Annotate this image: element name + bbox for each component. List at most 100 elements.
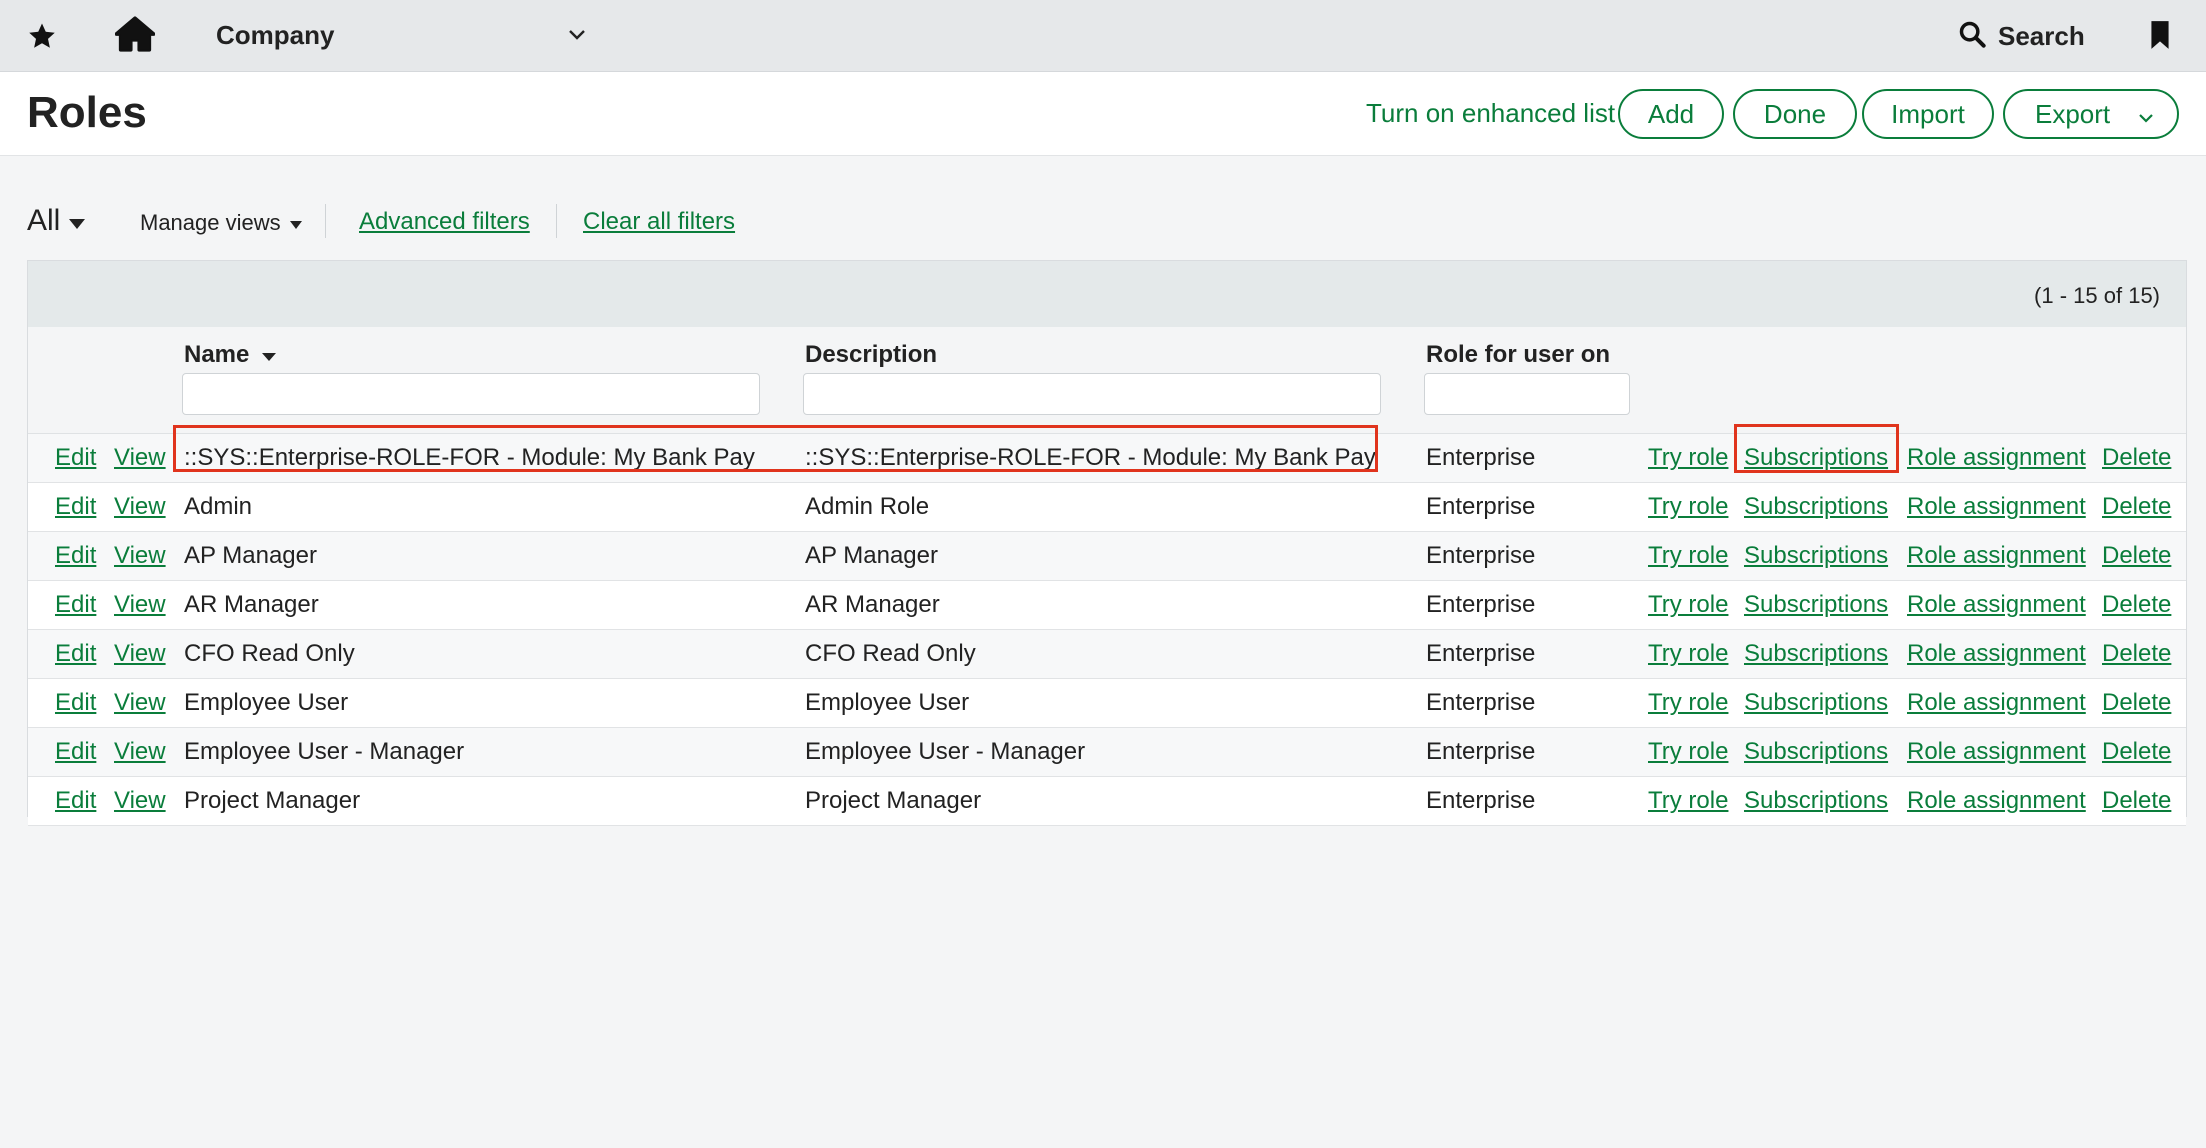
try-role-link[interactable]: Try role bbox=[1648, 738, 1728, 766]
manage-views-label: Manage views bbox=[140, 210, 281, 235]
edit-link[interactable]: Edit bbox=[55, 444, 96, 472]
edit-link[interactable]: Edit bbox=[55, 542, 96, 570]
manage-views-dropdown[interactable]: Manage views bbox=[140, 210, 303, 236]
view-link[interactable]: View bbox=[114, 640, 166, 668]
description-filter-input[interactable] bbox=[803, 373, 1381, 415]
table-row: Edit View AP Manager AP Manager Enterprise Tr… bbox=[28, 532, 2186, 581]
subscriptions-link[interactable]: Subscriptions bbox=[1744, 493, 1888, 521]
role-assignment-link[interactable]: Role assignment bbox=[1907, 444, 2086, 472]
role-for-user-on: Enterprise bbox=[1426, 689, 1536, 716]
delete-link[interactable]: Delete bbox=[2102, 444, 2171, 472]
subscriptions-link[interactable]: Subscriptions bbox=[1744, 542, 1888, 570]
edit-link[interactable]: Edit bbox=[55, 787, 96, 815]
role-name: Admin bbox=[184, 493, 253, 520]
view-link[interactable]: View bbox=[114, 493, 166, 521]
view-link[interactable]: View bbox=[114, 444, 166, 472]
table-row: Edit View Admin Admin Role Enterprise Try rol… bbox=[28, 483, 2186, 532]
export-button[interactable]: Export bbox=[2003, 89, 2179, 139]
subscriptions-link[interactable]: Subscriptions bbox=[1744, 738, 1888, 766]
role-name: Project Manager bbox=[184, 787, 361, 814]
chevron-down-icon[interactable] bbox=[566, 24, 588, 46]
delete-link[interactable]: Delete bbox=[2102, 591, 2171, 619]
table-toolbar: (1 - 15 of 15) bbox=[28, 261, 2186, 327]
page-title: Roles bbox=[27, 88, 147, 137]
star-icon[interactable] bbox=[22, 18, 62, 54]
role-description: Project Manager bbox=[805, 787, 982, 814]
column-header-description-label: Description bbox=[805, 341, 938, 368]
company-selector[interactable]: Company bbox=[216, 20, 334, 51]
try-role-link[interactable]: Try role bbox=[1648, 493, 1728, 521]
role-for-user-on: Enterprise bbox=[1426, 591, 1536, 618]
roles-table: (1 - 15 of 15) Name Description Role for… bbox=[27, 260, 2187, 826]
view-link[interactable]: View bbox=[114, 689, 166, 717]
role-description: AP Manager bbox=[805, 542, 938, 569]
role-description: Admin Role bbox=[805, 493, 930, 520]
view-selector[interactable]: All bbox=[27, 204, 86, 238]
edit-link[interactable]: Edit bbox=[55, 738, 96, 766]
try-role-link[interactable]: Try role bbox=[1648, 787, 1728, 815]
subscriptions-link[interactable]: Subscriptions bbox=[1744, 591, 1888, 619]
role-assignment-link[interactable]: Role assignment bbox=[1907, 591, 2086, 619]
role-assignment-link[interactable]: Role assignment bbox=[1907, 640, 2086, 668]
table-row: Edit View AR Manager AR Manager Enterprise Tr… bbox=[28, 581, 2186, 630]
view-label: All bbox=[27, 204, 61, 237]
column-header-role-label: Role for user on bbox=[1426, 341, 1611, 368]
import-button[interactable]: Import bbox=[1862, 89, 1994, 139]
delete-link[interactable]: Delete bbox=[2102, 787, 2171, 815]
role-name: Employee User - Manager bbox=[184, 738, 465, 765]
edit-link[interactable]: Edit bbox=[55, 640, 96, 668]
delete-link[interactable]: Delete bbox=[2102, 689, 2171, 717]
edit-link[interactable]: Edit bbox=[55, 591, 96, 619]
enhanced-list-toggle[interactable]: Turn on enhanced list bbox=[1366, 98, 1615, 129]
role-name: CFO Read Only bbox=[184, 640, 355, 667]
view-link[interactable]: View bbox=[114, 542, 166, 570]
subscriptions-link[interactable]: Subscriptions bbox=[1744, 787, 1888, 815]
chevron-down-icon bbox=[2138, 99, 2154, 130]
role-for-user-on: Enterprise bbox=[1426, 640, 1536, 667]
table-row: Edit View CFO Read Only CFO Read Only Enterp… bbox=[28, 630, 2186, 679]
edit-link[interactable]: Edit bbox=[55, 493, 96, 521]
try-role-link[interactable]: Try role bbox=[1648, 542, 1728, 570]
delete-link[interactable]: Delete bbox=[2102, 640, 2171, 668]
role-assignment-link[interactable]: Role assignment bbox=[1907, 542, 2086, 570]
advanced-filters-link[interactable]: Advanced filters bbox=[359, 208, 530, 236]
role-assignment-link[interactable]: Role assignment bbox=[1907, 689, 2086, 717]
bookmark-icon[interactable] bbox=[2146, 18, 2174, 52]
try-role-link[interactable]: Try role bbox=[1648, 640, 1728, 668]
role-assignment-link[interactable]: Role assignment bbox=[1907, 738, 2086, 766]
delete-link[interactable]: Delete bbox=[2102, 542, 2171, 570]
subscriptions-link[interactable]: Subscriptions bbox=[1744, 444, 1888, 472]
role-for-user-on: Enterprise bbox=[1426, 493, 1536, 520]
home-icon[interactable] bbox=[112, 14, 158, 54]
column-header-description[interactable]: Description bbox=[805, 341, 937, 369]
subscriptions-link[interactable]: Subscriptions bbox=[1744, 689, 1888, 717]
view-link[interactable]: View bbox=[114, 591, 166, 619]
role-description: ::SYS::Enterprise-ROLE-FOR - Module: My … bbox=[805, 444, 1376, 471]
sort-down-icon bbox=[261, 341, 277, 369]
role-assignment-link[interactable]: Role assignment bbox=[1907, 787, 2086, 815]
search-icon bbox=[1958, 20, 1986, 53]
role-filter-input[interactable] bbox=[1424, 373, 1630, 415]
add-button[interactable]: Add bbox=[1618, 89, 1724, 139]
try-role-link[interactable]: Try role bbox=[1648, 591, 1728, 619]
role-assignment-link[interactable]: Role assignment bbox=[1907, 493, 2086, 521]
subscriptions-link[interactable]: Subscriptions bbox=[1744, 640, 1888, 668]
delete-link[interactable]: Delete bbox=[2102, 493, 2171, 521]
search-label: Search bbox=[1998, 20, 2085, 51]
column-header-name[interactable]: Name bbox=[184, 341, 277, 369]
try-role-link[interactable]: Try role bbox=[1648, 444, 1728, 472]
try-role-link[interactable]: Try role bbox=[1648, 689, 1728, 717]
table-row: Edit View Employee User Employee User Enterp… bbox=[28, 679, 2186, 728]
name-filter-input[interactable] bbox=[182, 373, 760, 415]
divider bbox=[325, 204, 326, 238]
done-button[interactable]: Done bbox=[1733, 89, 1857, 139]
view-link[interactable]: View bbox=[114, 738, 166, 766]
global-search[interactable]: Search bbox=[1958, 16, 2085, 56]
column-header-role-for-user-on[interactable]: Role for user on bbox=[1426, 341, 1610, 369]
clear-all-filters-link[interactable]: Clear all filters bbox=[583, 208, 735, 236]
delete-link[interactable]: Delete bbox=[2102, 738, 2171, 766]
filters-bar: All Manage views Advanced filters Clear … bbox=[0, 196, 2206, 246]
edit-link[interactable]: Edit bbox=[55, 689, 96, 717]
role-for-user-on: Enterprise bbox=[1426, 787, 1536, 814]
view-link[interactable]: View bbox=[114, 787, 166, 815]
